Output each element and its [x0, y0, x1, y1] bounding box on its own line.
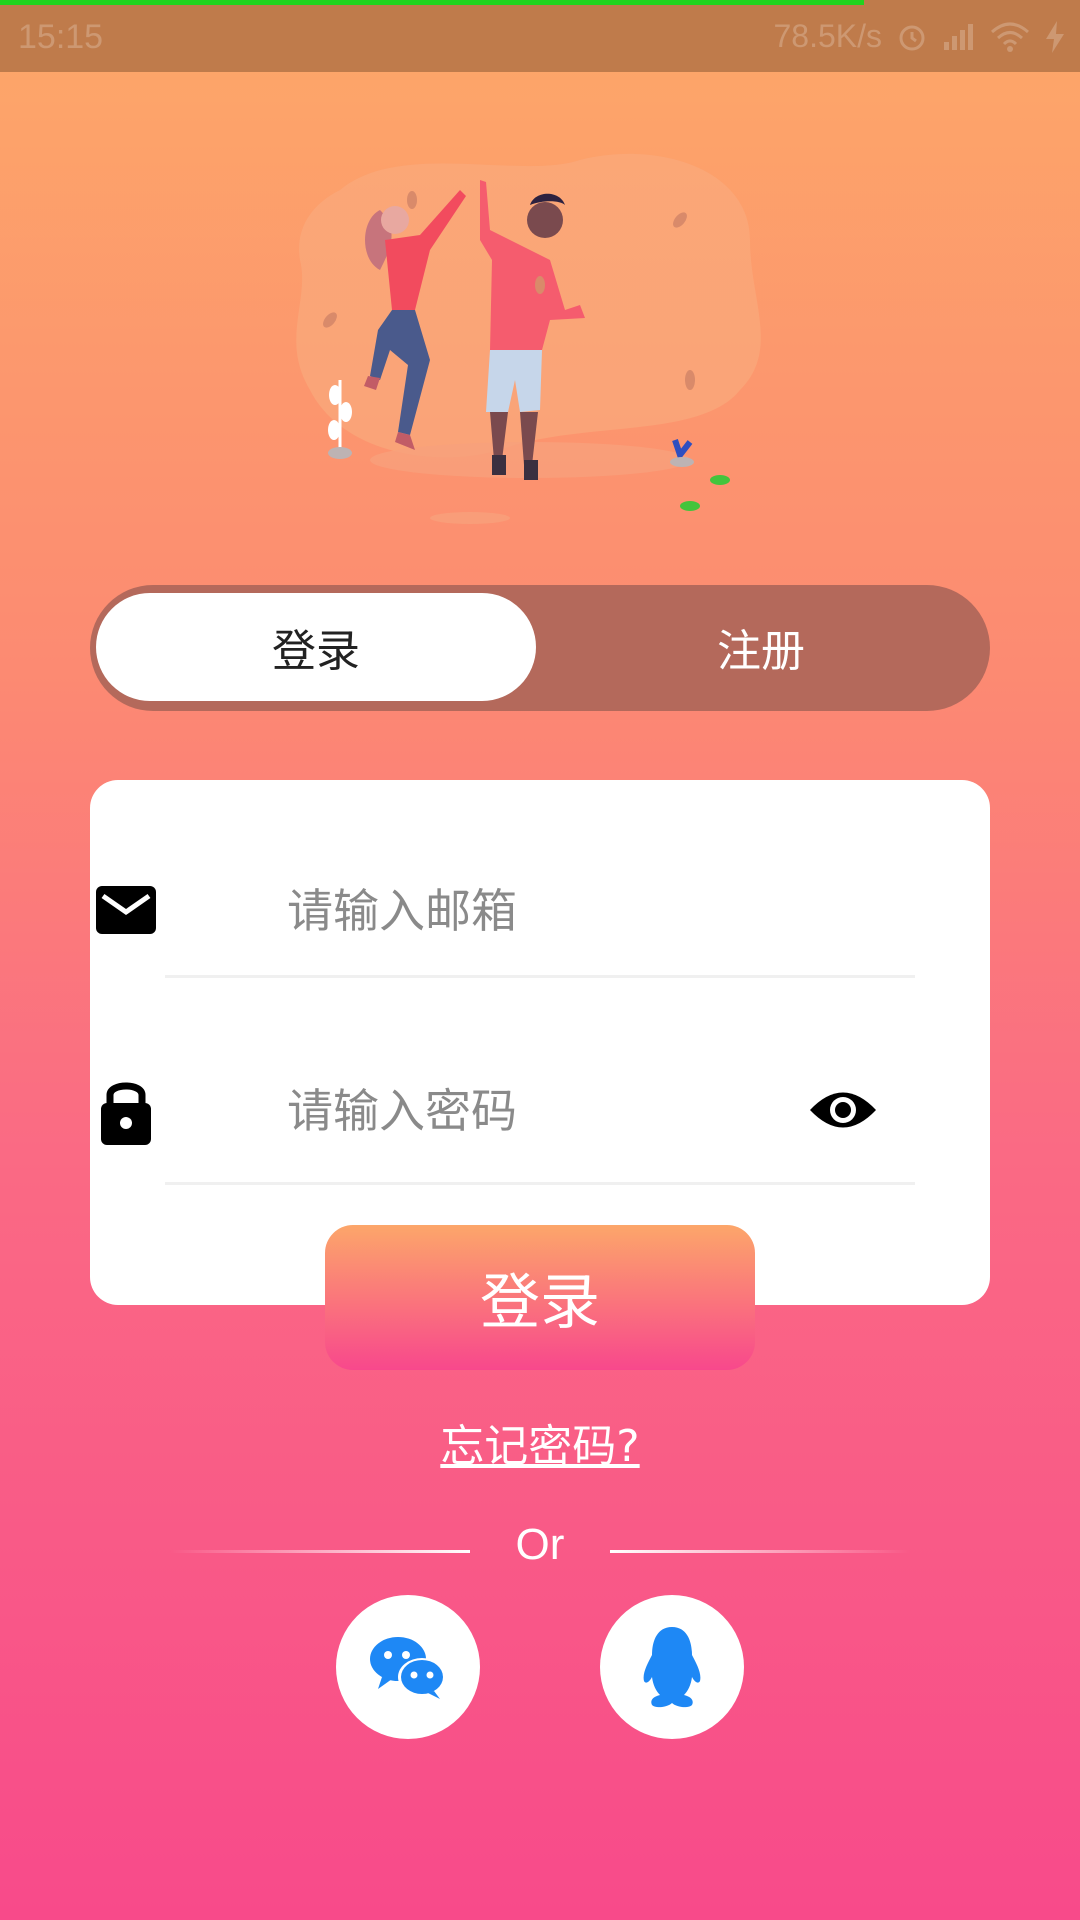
email-underline [165, 975, 915, 978]
charging-icon [1046, 20, 1064, 53]
high-five-illustration [296, 153, 761, 524]
divider-line-left [170, 1550, 470, 1553]
eye-icon[interactable] [808, 1085, 878, 1135]
qq-login-button[interactable] [600, 1595, 744, 1739]
wechat-icon [370, 1637, 446, 1699]
status-time: 15:15 [18, 18, 104, 56]
password-input[interactable] [285, 1070, 769, 1152]
email-input[interactable] [285, 870, 769, 952]
loading-progress [0, 0, 864, 5]
network-speed: 78.5K/s [773, 18, 882, 54]
tab-register[interactable]: 注册 [540, 593, 982, 701]
password-underline [165, 1182, 915, 1185]
forgot-password-link[interactable]: 忘记密码? [0, 1410, 1080, 1474]
or-text: Or [515, 1520, 565, 1569]
qq-icon [643, 1627, 701, 1708]
status-icons: 78.5K/s [773, 18, 1066, 55]
lock-icon [101, 1082, 151, 1145]
wifi-icon [991, 22, 1029, 52]
alarm-icon [899, 25, 925, 50]
auth-mode-toggle: 登录 注册 [90, 585, 990, 711]
or-divider: Or [0, 1520, 1080, 1580]
login-button[interactable]: 登录 [325, 1225, 755, 1370]
divider-line-right [610, 1550, 910, 1553]
tab-login[interactable]: 登录 [96, 593, 536, 701]
wechat-login-button[interactable] [336, 1595, 480, 1739]
signal-icon [944, 23, 973, 50]
status-bar: 15:15 78.5K/s [0, 0, 1080, 72]
mail-icon [96, 886, 156, 934]
